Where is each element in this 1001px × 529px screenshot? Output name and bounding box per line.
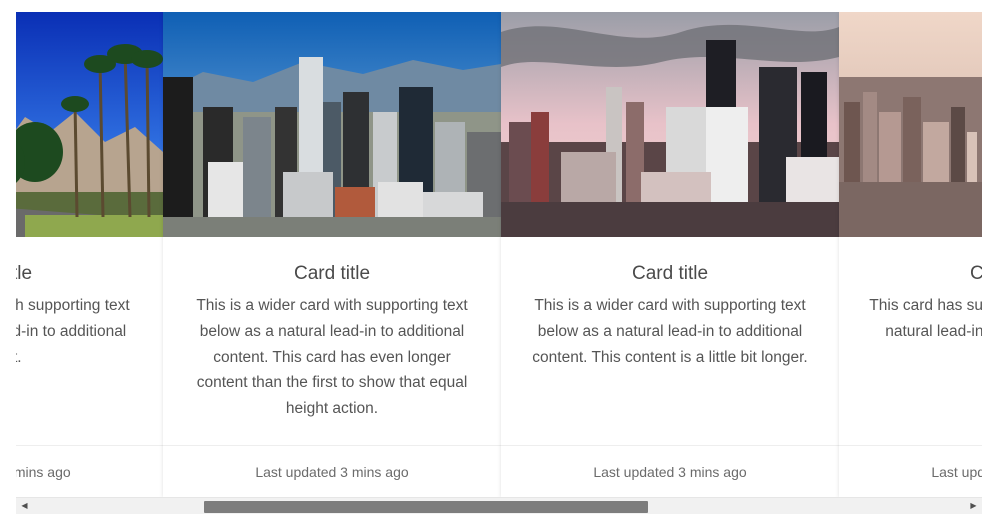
card-footer: Last updated 3 mins ago xyxy=(501,445,839,497)
card-body: Card title This is a wider card with sup… xyxy=(163,237,501,445)
card-image-city-aerial xyxy=(839,12,982,237)
card-text: This is a wider card with supporting tex… xyxy=(16,297,130,366)
card-title: Card title xyxy=(969,263,982,284)
card-city-dusk: Card title This is a wider card with sup… xyxy=(501,12,839,497)
card-body: Card title This is a wider card with sup… xyxy=(16,237,163,445)
card-city-aerial: Card title This card has supporting text… xyxy=(839,12,982,497)
horizontal-scrollbar[interactable]: ◀ ▶ xyxy=(16,497,982,514)
card-body: Card title This is a wider card with sup… xyxy=(501,237,839,445)
card-title: Card title xyxy=(631,263,709,284)
card-image-palm-trees xyxy=(16,12,163,237)
card-text: This is a wider card with supporting tex… xyxy=(532,297,808,366)
chevron-right-icon[interactable]: ▶ xyxy=(965,498,982,514)
chevron-left-icon[interactable]: ◀ xyxy=(16,498,33,514)
card-footer: Last updated 3 mins ago xyxy=(839,445,982,497)
card-body: Card title This card has supporting text… xyxy=(839,237,982,445)
card-footer: Last updated 3 mins ago xyxy=(163,445,501,497)
card-palm-trees: Card title This is a wider card with sup… xyxy=(16,12,163,497)
card-image-city-day xyxy=(163,12,501,237)
card-text: This card has supporting text below as a… xyxy=(869,297,982,340)
card-text: This is a wider card with supporting tex… xyxy=(196,297,468,418)
card-title: Card title xyxy=(16,263,33,284)
card-image-city-dusk xyxy=(501,12,839,237)
card-city-day: Card title This is a wider card with sup… xyxy=(163,12,501,497)
card-footer: Last updated 3 mins ago xyxy=(16,445,163,497)
scrollbar-thumb[interactable] xyxy=(203,501,648,513)
card-carousel[interactable]: Card title This is a wider card with sup… xyxy=(16,12,982,497)
card-title: Card title xyxy=(293,263,371,284)
